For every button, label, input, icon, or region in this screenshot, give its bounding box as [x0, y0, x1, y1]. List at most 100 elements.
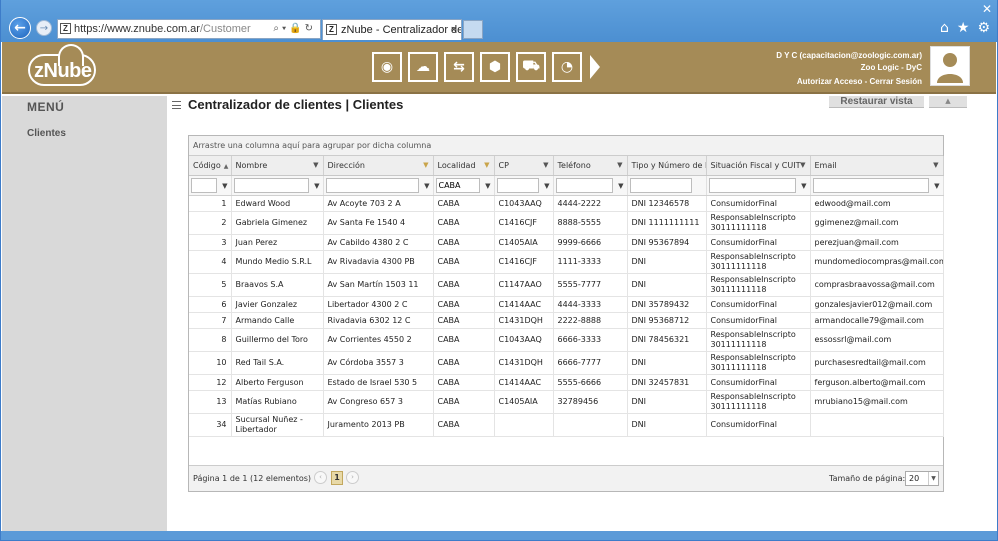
filter-input-telefono[interactable]: [555, 177, 613, 193]
address-bar[interactable]: Z https://www.znube.com.ar/Customer ⌕▾🔒↻: [57, 19, 321, 39]
cell-direccion: Av San Martín 1503 11: [323, 273, 434, 297]
filter-funnel-icon[interactable]: ▼: [484, 161, 489, 169]
cell-direccion: Av Corrientes 4550 2: [323, 328, 434, 352]
window-close-icon[interactable]: ✕: [982, 2, 992, 16]
box-icon[interactable]: ⬢: [480, 52, 510, 82]
cell-direccion: Av Acoyte 703 2 A: [323, 195, 434, 212]
cell-cp: C1431DQH: [494, 351, 554, 375]
filter-input-cp[interactable]: [496, 177, 539, 193]
filter-funnel-icon[interactable]: ▼: [934, 182, 939, 190]
filter-input-documento[interactable]: [629, 177, 692, 193]
cell-cp: C1416CJF: [494, 211, 554, 235]
sort-asc-icon[interactable]: ▲: [224, 163, 229, 170]
cart-icon[interactable]: ⛟: [516, 52, 546, 82]
cell-situacion-fiscal: ResponsableInscripto 30111111118: [706, 328, 811, 352]
cell-direccion: Rivadavia 6302 12 C: [323, 312, 434, 329]
favorites-star-icon[interactable]: ★: [957, 20, 970, 36]
filter-funnel-icon[interactable]: ▼: [543, 161, 548, 169]
chevron-down-icon[interactable]: ▼: [928, 472, 938, 485]
forward-arrow-icon[interactable]: →: [36, 20, 52, 36]
column-header-telefono[interactable]: Teléfono ▼: [553, 156, 628, 176]
table-row[interactable]: 5 Braavos S.A Av San Martín 1503 11 CABA C11…: [189, 273, 944, 297]
prev-page-icon[interactable]: ‹: [314, 471, 327, 484]
filter-funnel-icon[interactable]: ▼: [313, 161, 318, 169]
filter-funnel-icon[interactable]: ▼: [485, 182, 490, 190]
browser-tab[interactable]: Z zNube - Centralizador de cli... ×: [322, 19, 462, 40]
filter-funnel-icon[interactable]: ▼: [544, 182, 549, 190]
filter-funnel-icon[interactable]: ▼: [617, 161, 622, 169]
cell-documento: DNI 78456321: [627, 328, 707, 352]
table-row[interactable]: 6 Javier Gonzalez Libertador 4300 2 C CABA C…: [189, 296, 944, 313]
column-header-email[interactable]: Email ▼: [810, 156, 944, 176]
group-by-drop-area[interactable]: Arrastre una columna aquí para agrupar p…: [189, 136, 943, 156]
filter-input-nombre[interactable]: [233, 177, 309, 193]
cell-nombre: Matías Rubiano: [231, 390, 324, 414]
filter-funnel-icon[interactable]: ▼: [933, 161, 938, 169]
column-header-codigo[interactable]: Código ▲: [189, 156, 232, 176]
cell-localidad: CABA: [433, 250, 495, 274]
column-header-cp[interactable]: CP ▼: [494, 156, 554, 176]
next-page-icon[interactable]: ›: [346, 471, 359, 484]
settings-gear-icon[interactable]: ⚙: [977, 20, 990, 36]
filter-input-direccion[interactable]: [325, 177, 419, 193]
cell-codigo: 10: [189, 351, 232, 375]
tab-favicon-icon: Z: [326, 24, 337, 35]
filter-funnel-icon[interactable]: ▼: [222, 182, 227, 190]
restore-view-button[interactable]: Restaurar vista: [829, 96, 924, 108]
column-header-direccion[interactable]: Dirección ▼: [323, 156, 434, 176]
customers-icon[interactable]: ◉: [372, 52, 402, 82]
transfer-icon[interactable]: ⇆: [444, 52, 474, 82]
address-actions-icon[interactable]: ⌕▾🔒↻: [273, 20, 316, 38]
column-header-localidad[interactable]: Localidad ▼: [433, 156, 495, 176]
column-header-situacion-fiscal[interactable]: Situación Fiscal y CUIT ▼: [706, 156, 811, 176]
cell-documento: DNI: [627, 351, 707, 375]
filter-funnel-icon[interactable]: ▼: [800, 161, 805, 169]
filter-funnel-icon[interactable]: ▼: [424, 182, 429, 190]
table-row[interactable]: 4 Mundo Medio S.R.L Av Rivadavia 4300 PB CA…: [189, 250, 944, 274]
column-header-documento[interactable]: Tipo y Número de D: [627, 156, 707, 176]
current-page-button[interactable]: 1: [331, 471, 343, 485]
table-row[interactable]: 12 Alberto Ferguson Estado de Israel 530 5…: [189, 374, 944, 391]
filter-input-email[interactable]: [812, 177, 929, 193]
cell-telefono: 9999-6666: [553, 234, 628, 251]
cell-documento: DNI 95368712: [627, 312, 707, 329]
avatar[interactable]: [930, 46, 970, 86]
authorize-access-link[interactable]: Autorizar Acceso: [797, 77, 863, 86]
hamburger-menu-icon[interactable]: [172, 101, 181, 109]
filter-input-codigo[interactable]: [191, 177, 217, 193]
table-row[interactable]: 2 Gabriela Gimenez Av Santa Fe 1540 4 CABA C…: [189, 211, 944, 235]
table-row[interactable]: 8 Guillermo del Toro Av Corrientes 4550 2C…: [189, 328, 944, 352]
table-row[interactable]: 13 Matías Rubiano Av Congreso 657 3 CABA C14…: [189, 390, 944, 414]
page-size-select[interactable]: 20 ▼: [905, 471, 939, 486]
cell-cp: C1147AAO: [494, 273, 554, 297]
back-arrow-icon[interactable]: ←: [9, 17, 31, 39]
filter-input-situacion-fiscal[interactable]: [708, 177, 796, 193]
table-row[interactable]: 3 Juan Perez Av Cabildo 4380 2 C CABA C1405A…: [189, 234, 944, 251]
cell-email: gonzalesjavier012@mail.com: [810, 296, 944, 313]
filter-funnel-icon[interactable]: ▼: [314, 182, 319, 190]
grid-body: 1 Edward Wood Av Acoyte 703 2 A CABA C1043AA…: [189, 195, 944, 437]
filter-funnel-icon[interactable]: ▼: [423, 161, 428, 169]
filter-funnel-icon[interactable]: ▼: [801, 182, 806, 190]
logout-link[interactable]: Cerrar Sesión: [870, 77, 922, 86]
clock-icon[interactable]: ◔: [552, 52, 582, 82]
cloud-settings-icon[interactable]: ☁: [408, 52, 438, 82]
tab-close-icon[interactable]: ×: [451, 20, 457, 40]
cell-documento: DNI 35789432: [627, 296, 707, 313]
new-tab-button[interactable]: [463, 20, 483, 39]
table-row[interactable]: 1 Edward Wood Av Acoyte 703 2 A CABA C1043AA…: [189, 195, 944, 212]
filter-funnel-icon[interactable]: ▼: [618, 182, 623, 190]
next-modules-arrow-icon[interactable]: [590, 55, 600, 79]
table-row[interactable]: 34 Sucursal Nuñez - Libertador Juramento 2…: [189, 413, 944, 437]
table-row[interactable]: 7 Armando Calle Rivadavia 6302 12 C CABA C14…: [189, 312, 944, 329]
cell-direccion: Av Cabildo 4380 2 C: [323, 234, 434, 251]
window-bottom-border: [0, 531, 998, 541]
cell-situacion-fiscal: ConsumidorFinal: [706, 312, 811, 329]
home-icon[interactable]: ⌂: [940, 20, 949, 36]
znube-logo[interactable]: zNube: [28, 44, 96, 88]
table-row[interactable]: 10 Red Tail S.A. Av Córdoba 3557 3 CABA C143…: [189, 351, 944, 375]
sidebar-item-clientes[interactable]: Clientes: [27, 128, 66, 139]
filter-input-localidad[interactable]: [435, 177, 480, 193]
collapse-chevron-icon[interactable]: ▲: [929, 96, 967, 108]
column-header-nombre[interactable]: Nombre ▼: [231, 156, 324, 176]
